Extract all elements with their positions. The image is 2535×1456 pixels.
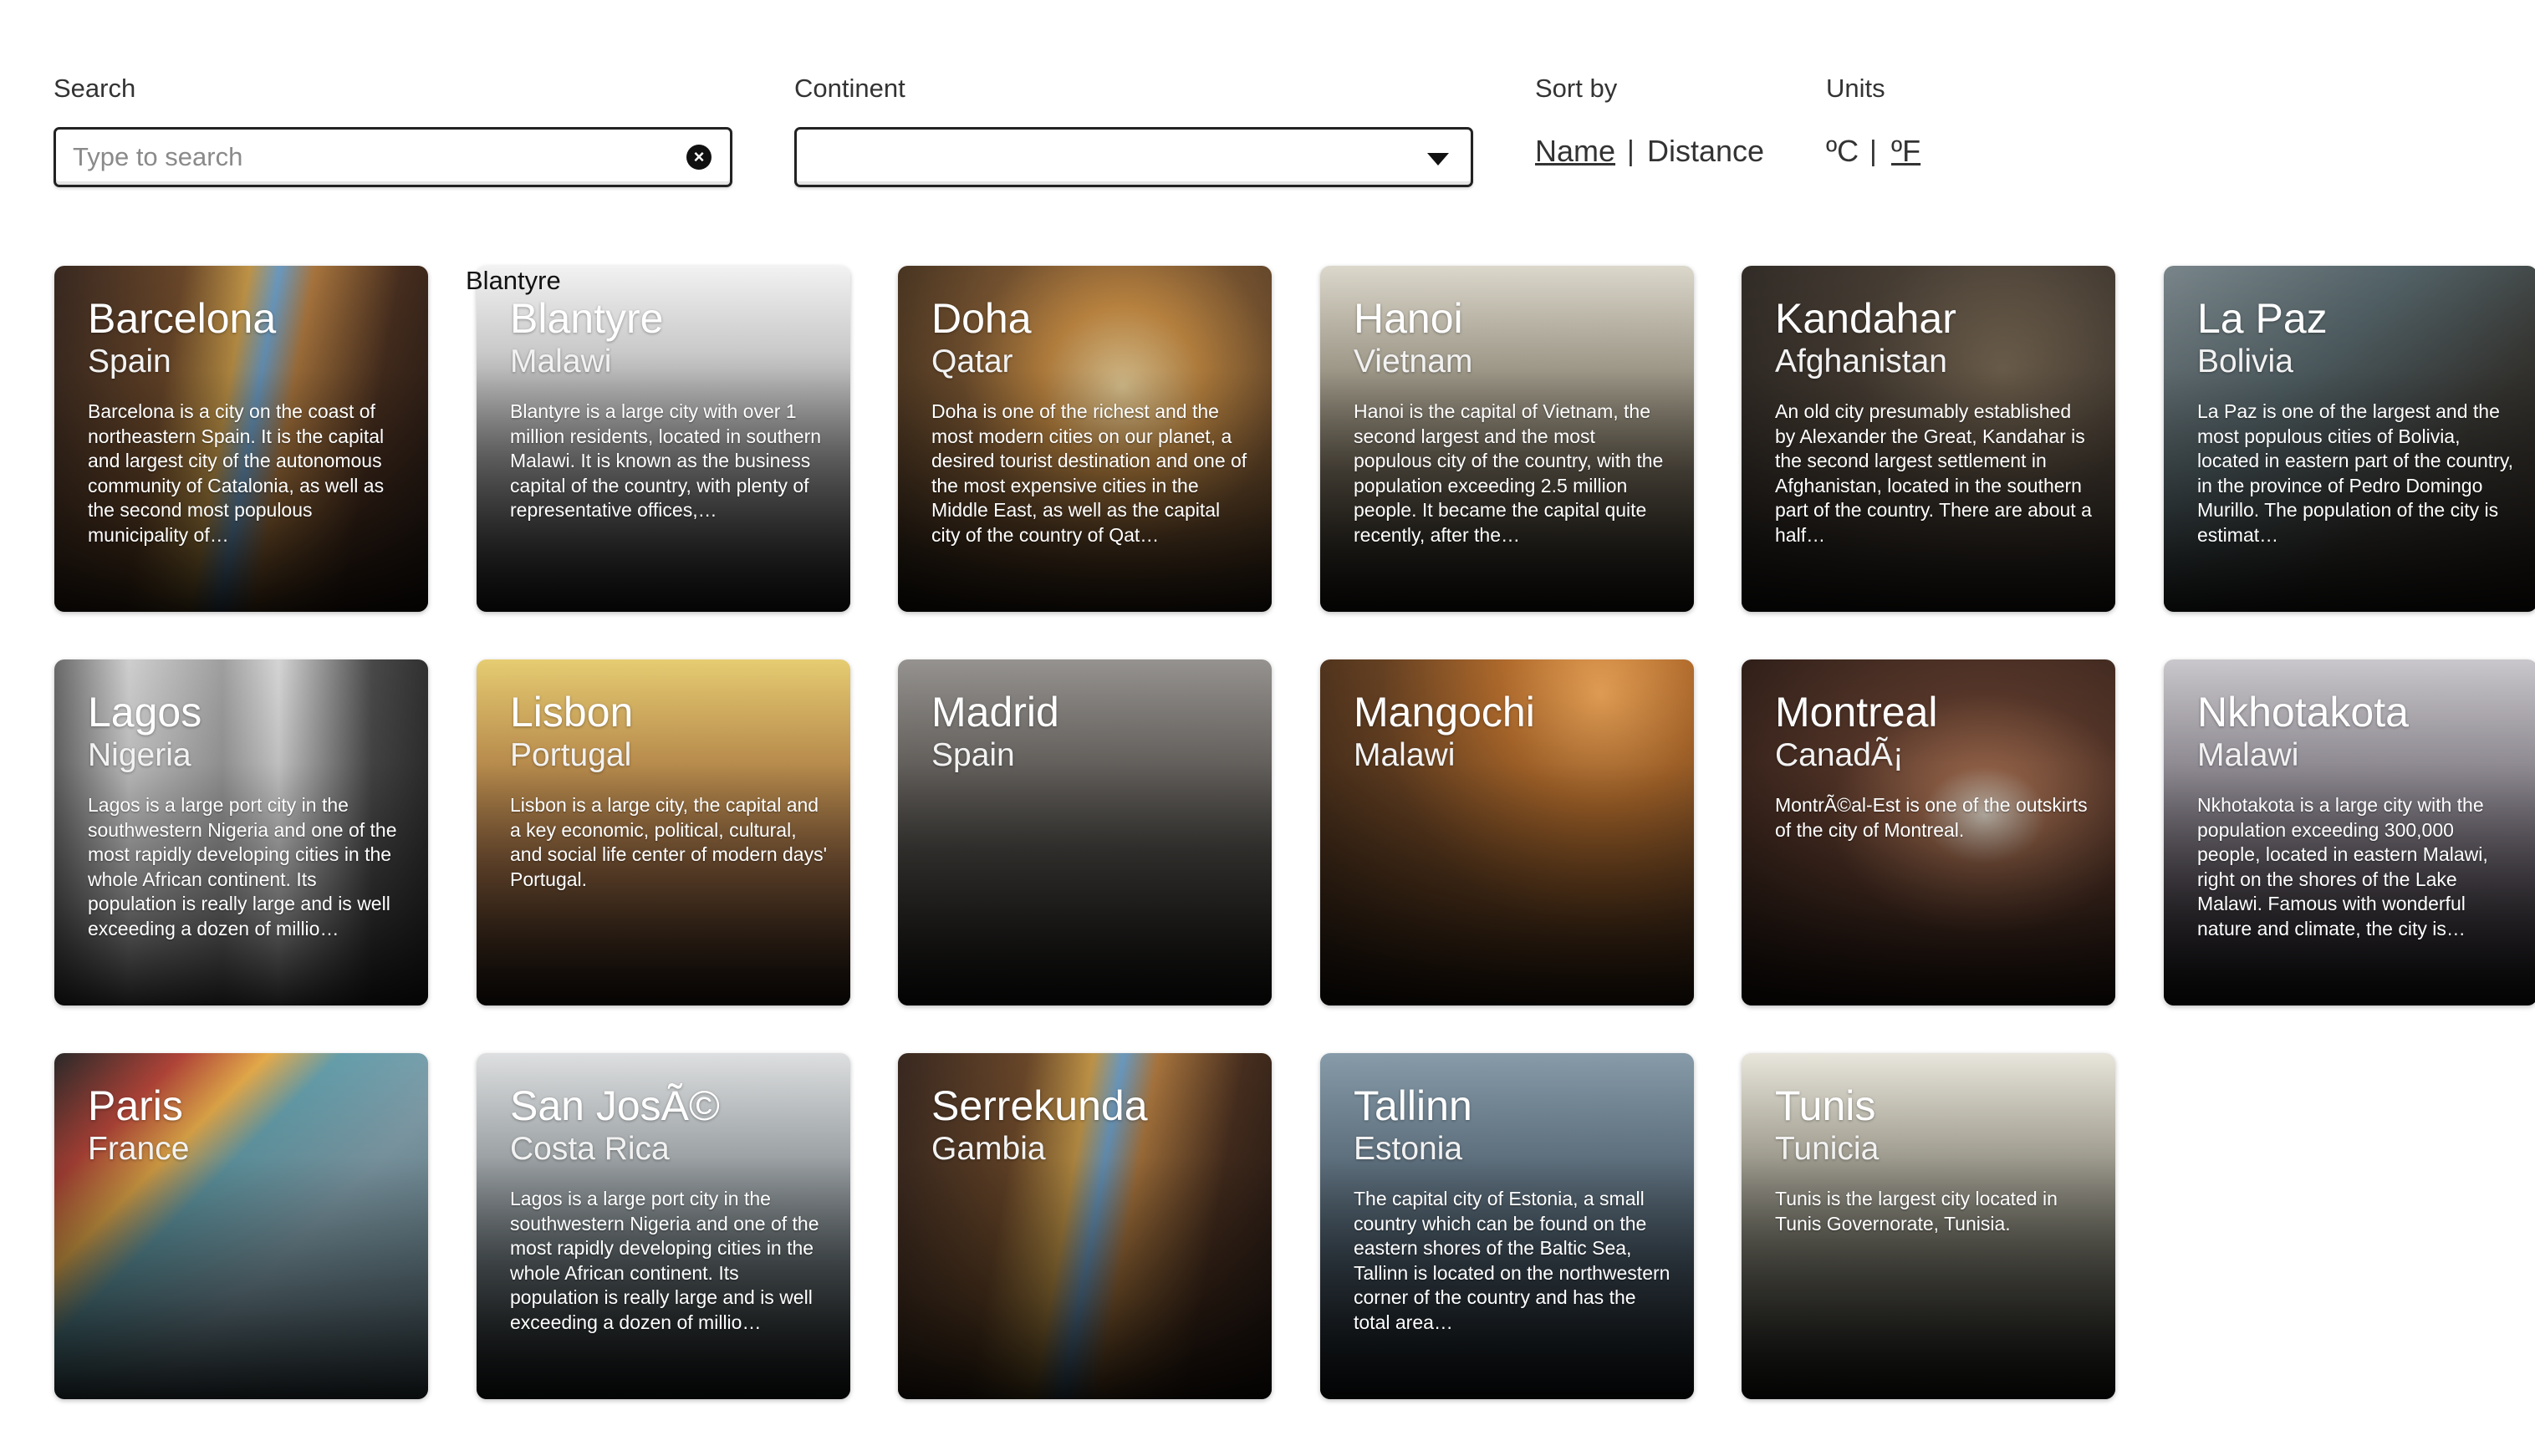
country-name: Portugal: [510, 737, 632, 773]
city-name: San JosÃ©: [510, 1082, 720, 1129]
city-card[interactable]: Blantyre Malawi Blantyre is a large city w…: [477, 266, 850, 612]
city-description: Tunis is the largest city located in Tun…: [1775, 1188, 2058, 1235]
country-name: Malawi: [2197, 737, 2299, 773]
city-card[interactable]: Lagos Nigeria Lagos is a large port city i…: [54, 659, 428, 1005]
country-name: Vietnam: [1354, 344, 1473, 379]
country-name: Malawi: [1354, 737, 1456, 773]
city-name: Tallinn: [1354, 1082, 1472, 1129]
close-circle-icon[interactable]: ×: [686, 145, 712, 170]
sort-label: Sort by: [1535, 74, 1618, 103]
units-separator: |: [1869, 135, 1877, 167]
country-name: Qatar: [931, 344, 1013, 379]
continent-label: Continent: [794, 74, 905, 103]
city-card[interactable]: Barcelona Spain Barcelona is a city on the…: [54, 266, 428, 612]
city-card[interactable]: San JosÃ© Costa Rica Lagos is a large port…: [477, 1053, 850, 1399]
filter-bar: Search × Continent Sort by Name | Distan…: [0, 0, 2535, 217]
country-name: Nigeria: [88, 737, 191, 773]
city-name: Mangochi: [1354, 689, 1535, 736]
units-label: Units: [1826, 74, 1885, 103]
city-name: Montreal: [1775, 689, 1938, 736]
city-name: Serrekunda: [931, 1082, 1148, 1129]
hover-tooltip: Blantyre: [466, 266, 561, 295]
city-description: La Paz is one of the largest and the mos…: [2197, 400, 2514, 546]
search-input[interactable]: [73, 130, 675, 185]
city-name: Tunis: [1775, 1082, 1876, 1129]
country-name: Malawi: [510, 344, 612, 379]
city-name: Lagos: [88, 689, 202, 736]
units-celsius[interactable]: ºC: [1826, 134, 1859, 169]
city-card[interactable]: Serrekunda Gambia: [898, 1053, 1272, 1399]
city-description: MontrÃ©al-Est is one of the outskirts of…: [1775, 794, 2088, 841]
city-card[interactable]: Hanoi Vietnam Hanoi is the capital of Viet…: [1320, 266, 1694, 612]
city-description: Nkhotakota is a large city with the popu…: [2197, 794, 2488, 939]
country-name: Costa Rica: [510, 1131, 670, 1167]
country-name: Estonia: [1354, 1131, 1463, 1167]
city-card[interactable]: Madrid Spain: [898, 659, 1272, 1005]
country-name: CanadÃ¡: [1775, 737, 1904, 773]
country-name: Bolivia: [2197, 344, 2293, 379]
city-card[interactable]: Nkhotakota Malawi Nkhotakota is a large ci…: [2164, 659, 2535, 1005]
city-name: Lisbon: [510, 689, 634, 736]
city-description: An old city presumably established by Al…: [1775, 400, 2092, 546]
sort-separator: |: [1627, 135, 1635, 167]
search-label: Search: [54, 74, 136, 103]
city-card[interactable]: La Paz Bolivia La Paz is one of the larges…: [2164, 266, 2535, 612]
chevron-down-icon: [1427, 153, 1449, 165]
city-description: Hanoi is the capital of Vietnam, the sec…: [1354, 400, 1664, 546]
continent-select[interactable]: [794, 127, 1473, 187]
sort-by-distance[interactable]: Distance: [1647, 134, 1764, 169]
city-card[interactable]: Montreal CanadÃ¡ MontrÃ©al-Est is one of t…: [1742, 659, 2115, 1005]
city-card[interactable]: Kandahar Afghanistan An old city presumabl…: [1742, 266, 2115, 612]
city-name: Paris: [88, 1082, 183, 1129]
sort-by-name[interactable]: Name: [1535, 134, 1615, 169]
country-name: Gambia: [931, 1131, 1046, 1167]
city-description: Doha is one of the richest and the most …: [931, 400, 1247, 546]
city-description: The capital city of Estonia, a small cou…: [1354, 1188, 1670, 1333]
city-description: Lagos is a large port city in the southw…: [88, 794, 397, 939]
country-name: Afghanistan: [1775, 344, 1947, 379]
units-fahrenheit[interactable]: ºF: [1891, 134, 1920, 169]
city-name: Doha: [931, 295, 1032, 342]
city-name: Blantyre: [510, 295, 664, 342]
city-card[interactable]: Tallinn Estonia The capital city of Estoni…: [1320, 1053, 1694, 1399]
city-card[interactable]: Lisbon Portugal Lisbon is a large city, th…: [477, 659, 850, 1005]
city-name: Barcelona: [88, 295, 277, 342]
city-name: Madrid: [931, 689, 1059, 736]
search-field: ×: [54, 127, 732, 187]
country-name: Spain: [88, 344, 171, 379]
city-description: Lagos is a large port city in the southw…: [510, 1188, 819, 1333]
city-description: Barcelona is a city on the coast of nort…: [88, 400, 385, 546]
city-name: Kandahar: [1775, 295, 1956, 342]
city-card[interactable]: Paris France: [54, 1053, 428, 1399]
country-name: France: [88, 1131, 190, 1167]
city-card[interactable]: Tunis Tunicia Tunis is the largest city lo…: [1742, 1053, 2115, 1399]
city-name: Nkhotakota: [2197, 689, 2409, 736]
city-description: Blantyre is a large city with over 1 mil…: [510, 400, 822, 521]
city-card[interactable]: Mangochi Malawi: [1320, 659, 1694, 1005]
country-name: Tunicia: [1775, 1131, 1880, 1167]
city-name: La Paz: [2197, 295, 2328, 342]
city-card[interactable]: Doha Qatar Doha is one of the richest and …: [898, 266, 1272, 612]
country-name: Spain: [931, 737, 1015, 773]
city-description: Lisbon is a large city, the capital and …: [510, 794, 827, 890]
city-name: Hanoi: [1354, 295, 1463, 342]
